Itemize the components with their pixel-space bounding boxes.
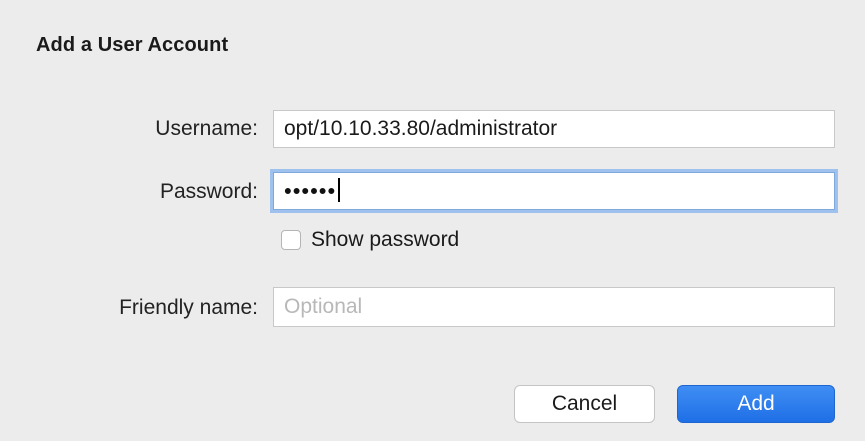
dialog-title: Add a User Account (36, 34, 229, 56)
password-label: Password: (159, 180, 258, 203)
add-user-dialog: Add a User Account Username: opt/10.10.3… (0, 0, 865, 441)
add-button[interactable]: Add (677, 385, 835, 423)
show-password-label[interactable]: Show password (311, 228, 459, 252)
cancel-button[interactable]: Cancel (514, 385, 655, 423)
password-masked-value: •••••• (284, 178, 337, 204)
friendly-name-placeholder: Optional (284, 295, 363, 318)
password-field[interactable]: •••••• (273, 172, 835, 210)
friendly-name-label: Friendly name: (119, 296, 258, 319)
show-password-checkbox[interactable] (281, 230, 301, 250)
friendly-name-field[interactable]: Optional (273, 287, 835, 327)
username-label: Username: (155, 117, 258, 140)
username-value: opt/10.10.33.80/administrator (284, 117, 558, 140)
show-password-row[interactable]: Show password (281, 228, 459, 252)
username-field[interactable]: opt/10.10.33.80/administrator (273, 110, 835, 148)
text-caret (338, 177, 341, 202)
